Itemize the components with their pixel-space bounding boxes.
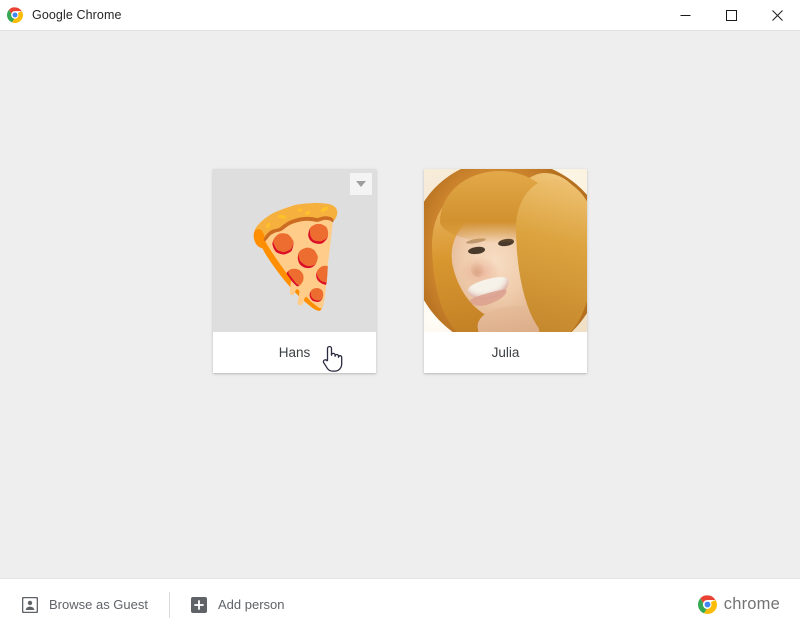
- chrome-logo-icon: [697, 595, 717, 614]
- chrome-logo-icon: [7, 7, 23, 23]
- chrome-brand-text: chrome: [723, 595, 780, 613]
- window-titlebar: Google Chrome: [0, 0, 800, 31]
- browse-as-guest-label: Browse as Guest: [49, 597, 148, 612]
- minimize-icon: [680, 15, 690, 16]
- person-icon: [22, 596, 38, 613]
- maximize-button[interactable]: [708, 0, 754, 31]
- add-person-button[interactable]: Add person: [191, 591, 285, 619]
- titlebar-left-group: Google Chrome: [0, 7, 122, 23]
- add-person-label: Add person: [218, 597, 285, 612]
- close-icon: [771, 10, 783, 21]
- plus-square-icon: [191, 596, 207, 613]
- chrome-brand: chrome: [697, 595, 780, 614]
- profile-card-list: 🍕 Hans Julia: [0, 169, 800, 373]
- pizza-emoji-icon: 🍕: [223, 183, 366, 317]
- profile-card-julia[interactable]: Julia: [424, 169, 587, 373]
- profile-card-hans[interactable]: 🍕 Hans: [213, 169, 376, 373]
- close-button[interactable]: [754, 0, 800, 31]
- profile-avatar-hans: 🍕: [213, 169, 376, 332]
- profile-menu-button-hans[interactable]: [350, 173, 372, 195]
- profile-name-hans: Hans: [213, 332, 376, 373]
- chevron-down-icon: [356, 181, 366, 187]
- window-controls: [662, 0, 800, 31]
- window-title: Google Chrome: [32, 8, 122, 22]
- profile-name-julia: Julia: [424, 332, 587, 373]
- bottom-actions-group: Browse as Guest Add person: [0, 591, 285, 619]
- bottom-toolbar: Browse as Guest Add person chrome: [0, 578, 800, 630]
- profile-photo-julia: [424, 169, 587, 332]
- browse-as-guest-button[interactable]: Browse as Guest: [22, 591, 148, 619]
- profile-avatar-julia: [424, 169, 587, 332]
- profile-picker-main: 🍕 Hans Julia: [0, 31, 800, 578]
- minimize-button[interactable]: [662, 0, 708, 31]
- bottom-actions-divider: [169, 591, 170, 618]
- maximize-icon: [725, 10, 737, 21]
